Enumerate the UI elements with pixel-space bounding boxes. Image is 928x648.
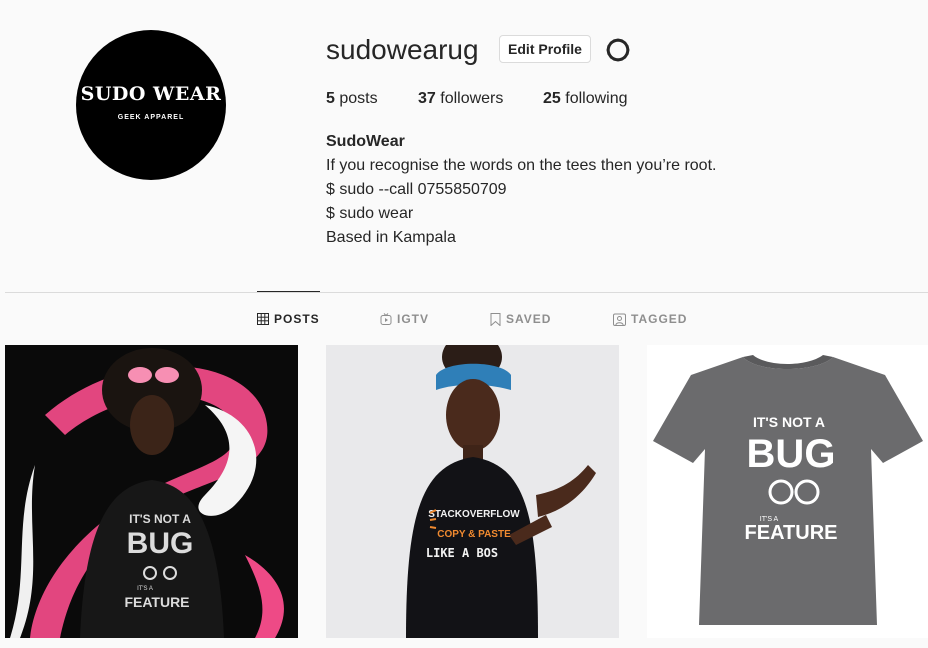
profile-username: sudowearug xyxy=(326,34,479,65)
following-link[interactable]: 25 following xyxy=(543,90,628,108)
post-image: STACKOVERFLOW COPY & PASTE LIKE A BOS xyxy=(326,345,619,638)
profile-avatar[interactable]: SUDO WEAR GEEK APPAREL xyxy=(76,30,226,180)
avatar-brand-text: SUDO WEAR xyxy=(80,83,222,105)
post-shirt-text: IT'S NOT A xyxy=(129,512,191,526)
tab-posts[interactable]: POSTS xyxy=(257,291,320,346)
followers-count-label: followers xyxy=(440,90,504,107)
bio-line: Based in Kampala xyxy=(326,229,456,246)
grid-icon xyxy=(257,313,269,325)
post-shirt-text: LIKE A BOS xyxy=(426,546,498,560)
followers-link[interactable]: 37 followers xyxy=(418,90,503,108)
post-shirt-text: COPY & PASTE xyxy=(437,529,511,540)
posts-count-label: posts xyxy=(339,90,378,107)
gear-icon xyxy=(606,38,630,62)
tab-posts-label: POSTS xyxy=(274,312,320,326)
post-shirt-text: STACKOVERFLOW xyxy=(428,509,520,520)
post-shirt-text: BUG xyxy=(747,432,836,476)
followers-count-value: 37 xyxy=(418,90,436,107)
edit-profile-button[interactable]: Edit Profile xyxy=(499,35,591,63)
post-thumbnail[interactable]: IT'S NOT A BUG IT'S A FEATURE xyxy=(647,345,928,638)
following-count-label: following xyxy=(565,90,628,107)
bio-full-name: SudoWear xyxy=(326,133,405,150)
post-image: IT'S NOT A BUG IT'S A FEATURE xyxy=(5,345,298,638)
following-count-value: 25 xyxy=(543,90,561,107)
post-image: IT'S NOT A BUG IT'S A FEATURE xyxy=(647,345,928,638)
post-shirt-text: BUG xyxy=(127,527,194,560)
tab-igtv[interactable]: IGTV xyxy=(380,292,429,346)
tab-saved-label: SAVED xyxy=(506,312,552,326)
bookmark-icon xyxy=(490,312,501,326)
igtv-icon xyxy=(380,313,392,325)
post-thumbnail[interactable]: IT'S NOT A BUG IT'S A FEATURE xyxy=(5,345,298,638)
post-shirt-text: IT'S NOT A xyxy=(753,414,825,430)
tab-saved[interactable]: SAVED xyxy=(490,292,551,346)
tab-tagged[interactable]: TAGGED xyxy=(613,292,687,346)
posts-count: 5 posts xyxy=(326,90,378,108)
post-shirt-text: FEATURE xyxy=(745,522,838,544)
bio-line: If you recognise the words on the tees t… xyxy=(326,157,717,174)
tab-tagged-label: TAGGED xyxy=(631,312,688,326)
bio-line: $ sudo --call 0755850709 xyxy=(326,181,507,198)
settings-gear-button[interactable] xyxy=(604,36,632,64)
post-thumbnail[interactable]: STACKOVERFLOW COPY & PASTE LIKE A BOS xyxy=(326,345,619,638)
profile-divider xyxy=(5,292,928,293)
posts-count-value: 5 xyxy=(326,90,335,107)
profile-bio: SudoWear If you recognise the words on t… xyxy=(326,130,716,250)
bio-line: $ sudo wear xyxy=(326,205,414,222)
tab-igtv-label: IGTV xyxy=(397,312,430,326)
tag-person-icon xyxy=(613,313,626,326)
post-shirt-text: IT'S A xyxy=(137,586,153,592)
avatar-tagline: GEEK APPAREL xyxy=(117,114,185,121)
post-shirt-text: FEATURE xyxy=(124,594,189,610)
